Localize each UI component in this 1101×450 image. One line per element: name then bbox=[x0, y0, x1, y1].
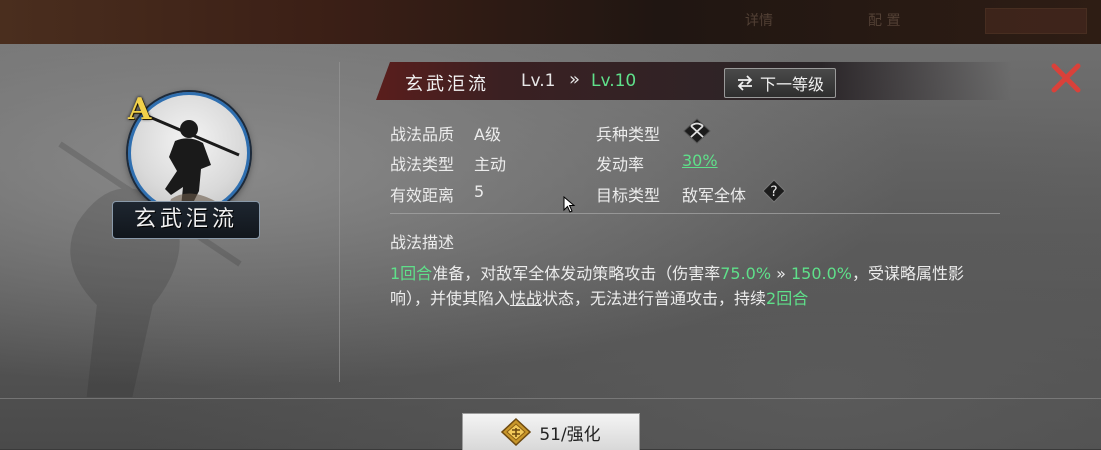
section-divider bbox=[390, 213, 1000, 214]
ghost-tab-2: 配 置 bbox=[868, 13, 901, 29]
troop-type-label: 兵种类型 bbox=[596, 125, 661, 144]
close-icon[interactable] bbox=[1048, 60, 1084, 96]
type-label: 战法类型 bbox=[390, 155, 455, 174]
quality-label: 战法品质 bbox=[390, 125, 455, 144]
ghost-tab-1: 详情 bbox=[745, 13, 773, 29]
description-title: 战法描述 bbox=[390, 233, 455, 252]
desc-damage-max: 150.0% bbox=[791, 264, 853, 283]
enhance-button[interactable]: 51/强化 bbox=[462, 413, 640, 450]
bow-icon bbox=[683, 118, 711, 144]
type-value: 主动 bbox=[474, 155, 507, 174]
range-value: 5 bbox=[474, 182, 485, 201]
target-type-label: 目标类型 bbox=[596, 186, 661, 205]
desc-text-1: 准备，对敌军全体发动策略攻击（伤害率 bbox=[432, 264, 721, 283]
trigger-rate-label: 发动率 bbox=[596, 155, 645, 174]
skill-name-plate: 玄武洰流 bbox=[112, 201, 260, 239]
mouse-cursor-icon bbox=[563, 196, 576, 213]
desc-prep-turns: 1回合 bbox=[390, 264, 433, 283]
level-current: Lv.1 bbox=[521, 71, 556, 91]
level-max: Lv.10 bbox=[591, 71, 637, 91]
desc-damage-min: 75.0% bbox=[720, 264, 772, 283]
next-level-button[interactable]: 下一等级 bbox=[724, 68, 836, 98]
trigger-rate-value[interactable]: 30% bbox=[682, 151, 718, 170]
desc-status-keyword[interactable]: 怯战 bbox=[510, 289, 542, 308]
skill-title: 玄武洰流 bbox=[405, 74, 489, 95]
swap-arrows-icon bbox=[737, 75, 753, 91]
top-bar: 详情 配 置 bbox=[0, 0, 1101, 44]
svg-text:?: ? bbox=[770, 184, 777, 200]
target-type-value: 敌军全体 bbox=[682, 186, 747, 205]
level-arrow-icon: » bbox=[569, 69, 581, 90]
vertical-divider bbox=[339, 62, 340, 382]
bottom-divider bbox=[0, 398, 1101, 399]
skill-description: 1回合准备，对敌军全体发动策略攻击（伤害率75.0% » 150.0%，受谋略属… bbox=[390, 261, 1000, 311]
ghost-tab-3 bbox=[985, 8, 1087, 34]
quality-value: A级 bbox=[474, 125, 501, 144]
enhance-label: 51/强化 bbox=[539, 424, 601, 445]
question-icon[interactable]: ? bbox=[762, 179, 786, 203]
desc-duration: 2回合 bbox=[766, 289, 809, 308]
gold-token-icon bbox=[501, 418, 532, 446]
desc-text-3: 状态，无法进行普通攻击，持续 bbox=[542, 289, 767, 308]
range-label: 有效距离 bbox=[390, 186, 455, 205]
next-level-label: 下一等级 bbox=[759, 75, 824, 94]
desc-arrow: » bbox=[771, 264, 791, 283]
skill-grade-badge: A bbox=[128, 92, 152, 127]
